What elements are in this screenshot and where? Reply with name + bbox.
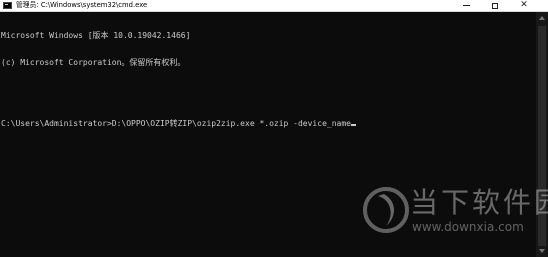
console-prompt-line[interactable]: C:\Users\Administrator>D:\OPPO\OZIP转ZIP\…	[1, 119, 531, 128]
scroll-up-icon[interactable]	[539, 16, 545, 20]
console-line: (c) Microsoft Corporation。保留所有权利。	[1, 58, 186, 67]
watermark-text: 当下软件园	[410, 186, 548, 219]
console-command: C:\Users\Administrator>D:\OPPO\OZIP转ZIP\…	[1, 119, 351, 128]
maximize-icon	[492, 2, 498, 9]
title-bar[interactable]: 管理员: C:\Windows\system32\cmd.exe ✕	[0, 0, 548, 12]
close-icon: ✕	[520, 0, 528, 10]
console-line: Microsoft Windows [版本 10.0.19042.1466]	[1, 31, 191, 40]
minimize-button[interactable]	[452, 0, 480, 11]
maximize-button[interactable]	[481, 0, 509, 11]
cmd-window: 管理员: C:\Windows\system32\cmd.exe ✕ Micro…	[0, 0, 548, 257]
vertical-scrollbar[interactable]	[536, 12, 548, 257]
watermark-url: www.downxia.com	[412, 220, 524, 234]
cmd-icon[interactable]	[3, 2, 12, 9]
scroll-down-icon[interactable]	[539, 249, 545, 253]
window-title: 管理员: C:\Windows\system32\cmd.exe	[16, 1, 148, 9]
text-cursor	[350, 124, 356, 126]
watermark: 当下软件园 www.downxia.com	[362, 182, 548, 242]
minimize-icon	[462, 5, 470, 6]
downxia-logo-icon	[363, 187, 409, 233]
close-button[interactable]: ✕	[510, 0, 538, 11]
